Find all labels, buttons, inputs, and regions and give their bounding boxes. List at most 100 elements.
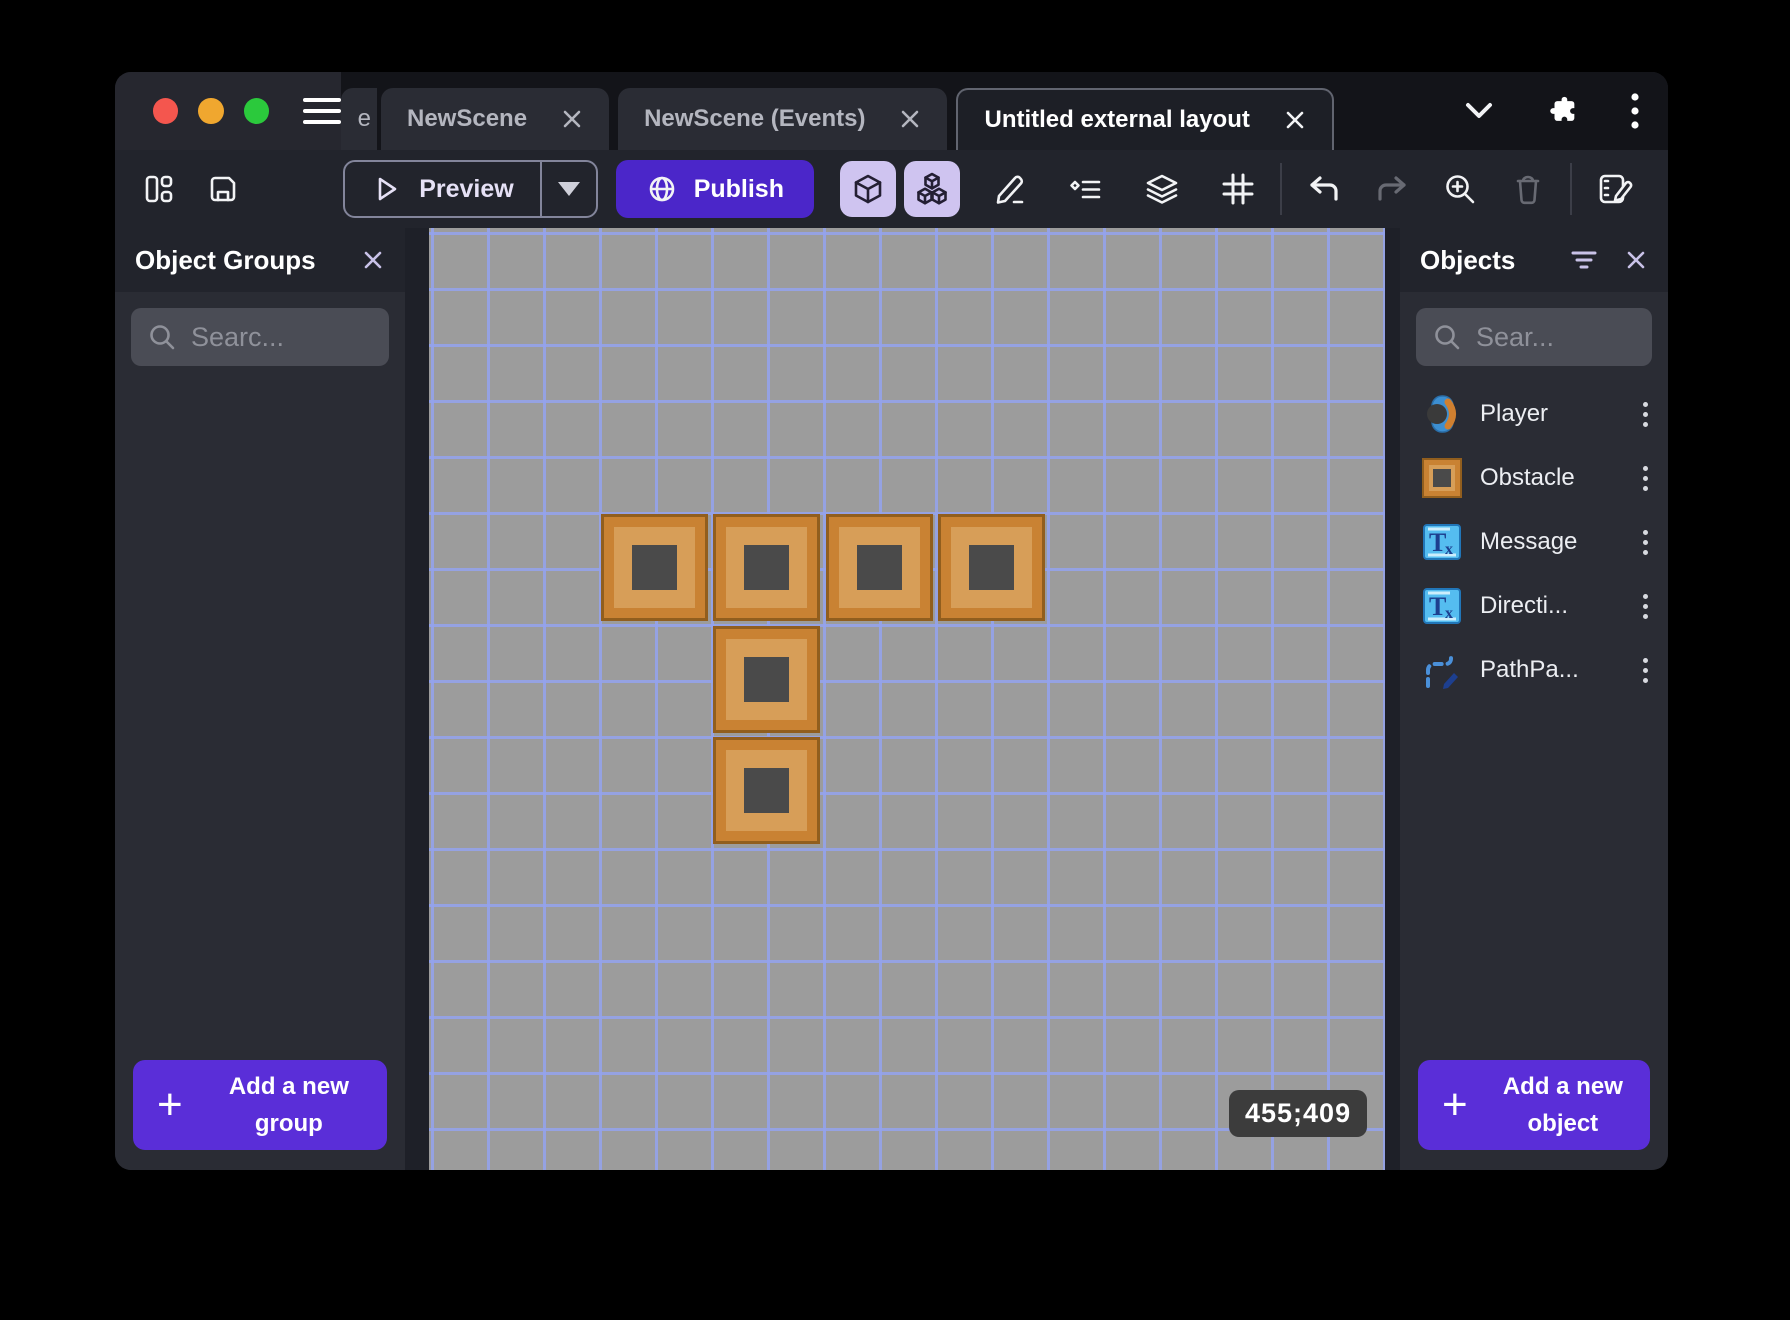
edit-events-sheet-icon[interactable] xyxy=(1586,161,1642,217)
draw-pencil-icon[interactable] xyxy=(982,161,1038,217)
main-menu-hamburger-icon[interactable] xyxy=(302,98,341,124)
tab-label: NewScene xyxy=(407,105,528,132)
svg-text:T: T xyxy=(1429,592,1446,621)
panels-layout-icon[interactable] xyxy=(141,171,177,207)
add-object-button[interactable]: + Add a new object xyxy=(1418,1060,1650,1150)
object-search-box xyxy=(1416,308,1652,366)
scene-canvas[interactable]: 455;409 xyxy=(429,228,1385,1170)
obstacle-instance-ring xyxy=(726,750,807,831)
obstacle-instance[interactable] xyxy=(713,626,820,733)
group-search-input[interactable] xyxy=(191,321,373,353)
trash-icon[interactable] xyxy=(1500,161,1556,217)
toolbar: Preview Publish xyxy=(115,150,1668,228)
object-menu-kebab-icon[interactable] xyxy=(1639,462,1652,495)
group-search-box xyxy=(131,308,389,366)
publish-label: Publish xyxy=(693,174,784,203)
zoom-in-icon[interactable] xyxy=(1432,161,1488,217)
text-object-icon: T x xyxy=(1423,524,1461,560)
tab-untitled-external-layout[interactable]: Untitled external layout xyxy=(956,88,1334,150)
object-name: Obstacle xyxy=(1480,464,1575,491)
object-row-player[interactable]: Player xyxy=(1400,382,1668,446)
objects-cube-icon[interactable] xyxy=(840,161,896,217)
kebab-menu-icon[interactable] xyxy=(1630,92,1640,130)
objects-list: Player Obstacle T x Message T x Directi.… xyxy=(1400,382,1668,702)
plus-icon: + xyxy=(157,1080,183,1129)
path-paint-icon xyxy=(1426,654,1458,689)
objects-panel: Objects Sear... Player Obstacle T x Mess… xyxy=(1400,228,1668,1170)
titlebar-right-icons xyxy=(1462,72,1640,150)
close-panel-icon[interactable] xyxy=(361,248,385,272)
add-group-button[interactable]: + Add a new group xyxy=(133,1060,387,1150)
obstacle-instance-ring xyxy=(839,527,920,608)
object-menu-kebab-icon[interactable] xyxy=(1639,654,1652,687)
svg-text:x: x xyxy=(1445,541,1453,558)
save-icon[interactable] xyxy=(205,171,241,207)
tab-label: Untitled external layout xyxy=(984,106,1250,133)
layers-icon[interactable] xyxy=(1134,161,1190,217)
object-groups-title: Object Groups xyxy=(135,244,316,275)
object-name: Directi... xyxy=(1480,592,1569,619)
tab-newscene[interactable]: NewScene xyxy=(381,88,610,150)
plus-icon: + xyxy=(1442,1080,1468,1129)
zoom-window-button[interactable] xyxy=(243,98,269,124)
obstacle-instance[interactable] xyxy=(713,514,820,621)
text-object-icon: T x xyxy=(1423,588,1461,624)
object-row-pathpaint[interactable]: PathPa... xyxy=(1400,638,1668,702)
object-row-directions[interactable]: T x Directi... xyxy=(1400,574,1668,638)
tab-newscene-events[interactable]: NewScene (Events) xyxy=(618,88,948,150)
close-tab-icon[interactable] xyxy=(561,108,583,130)
panel-gap xyxy=(405,228,429,1170)
tab-label: NewScene (Events) xyxy=(644,105,866,132)
svg-text:T: T xyxy=(1429,528,1446,557)
preview-button[interactable]: Preview xyxy=(345,174,540,204)
obstacle-instance[interactable] xyxy=(938,514,1045,621)
close-tab-icon[interactable] xyxy=(1284,109,1306,131)
obstacle-instance-ring xyxy=(726,527,807,608)
preview-dropdown-button[interactable] xyxy=(542,182,596,196)
tab-partial[interactable]: e xyxy=(341,88,377,150)
obstacle-instance-core xyxy=(969,545,1014,590)
close-window-button[interactable] xyxy=(153,98,179,124)
object-row-message[interactable]: T x Message xyxy=(1400,510,1668,574)
object-menu-kebab-icon[interactable] xyxy=(1639,526,1652,559)
extensions-puzzle-icon[interactable] xyxy=(1546,94,1580,128)
obstacle-instance[interactable] xyxy=(601,514,708,621)
object-row-obstacle[interactable]: Obstacle xyxy=(1400,446,1668,510)
object-groups-panel: Object Groups + Add a new group xyxy=(115,228,405,1170)
instances-cubes-icon[interactable] xyxy=(904,161,960,217)
title-bar: e NewScene NewScene (Events) Untitled ex… xyxy=(115,72,1668,150)
obstacle-instance-core xyxy=(857,545,902,590)
close-tab-icon[interactable] xyxy=(899,108,921,130)
cursor-coordinates-badge: 455;409 xyxy=(1229,1090,1368,1137)
add-object-label: Add a new object xyxy=(1502,1072,1623,1137)
obstacle-instance-ring xyxy=(614,527,695,608)
instances-list-icon[interactable] xyxy=(1058,161,1114,217)
minimize-window-button[interactable] xyxy=(198,98,224,124)
obstacle-instance[interactable] xyxy=(713,737,820,844)
object-search-input[interactable] xyxy=(1476,321,1636,353)
obstacle-instance-core xyxy=(632,545,677,590)
publish-button[interactable]: Publish xyxy=(615,160,814,218)
caret-down-icon xyxy=(557,182,580,196)
object-menu-kebab-icon[interactable] xyxy=(1639,398,1652,431)
obstacle-icon xyxy=(1422,458,1462,498)
app-window: e NewScene NewScene (Events) Untitled ex… xyxy=(115,72,1668,1170)
grid-icon[interactable] xyxy=(1210,161,1266,217)
undo-icon[interactable] xyxy=(1296,161,1352,217)
obstacle-instance-core xyxy=(744,768,789,813)
panel-gap xyxy=(1385,228,1400,1170)
preview-button-group: Preview xyxy=(343,160,598,218)
obstacle-instance-ring xyxy=(951,527,1032,608)
object-name: Message xyxy=(1480,528,1578,555)
obstacle-instance-core xyxy=(744,545,789,590)
redo-icon[interactable] xyxy=(1364,161,1420,217)
svg-text:x: x xyxy=(1445,605,1453,622)
object-name: Player xyxy=(1480,400,1549,427)
close-panel-icon[interactable] xyxy=(1624,248,1648,272)
add-group-label: Add a new group xyxy=(228,1072,349,1137)
filter-icon[interactable] xyxy=(1570,249,1598,271)
chevron-down-icon[interactable] xyxy=(1462,100,1496,122)
main-area: Object Groups + Add a new group xyxy=(115,228,1668,1170)
object-menu-kebab-icon[interactable] xyxy=(1639,590,1652,623)
obstacle-instance[interactable] xyxy=(826,514,933,621)
